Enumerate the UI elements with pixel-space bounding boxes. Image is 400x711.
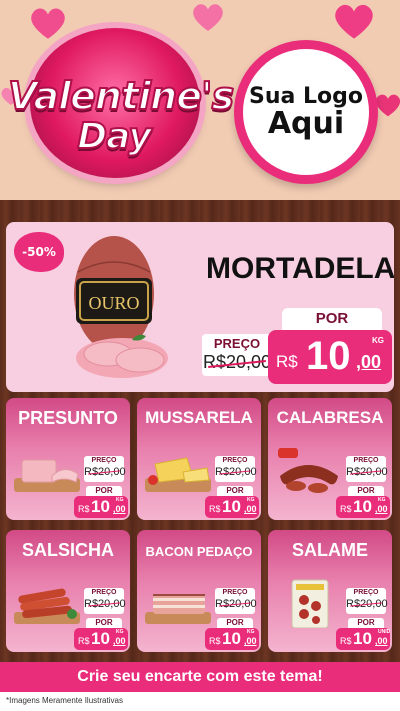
discount-badge: -50% — [14, 232, 64, 272]
price-unit: KG — [247, 497, 255, 503]
valentines-day-badge: Valentine's Day — [7, 18, 235, 188]
preco-label: PREÇO — [353, 589, 379, 596]
preco-label: PREÇO — [91, 589, 117, 596]
price-unit: KG — [116, 497, 124, 503]
product-name: BACON PEDAÇO — [145, 544, 253, 559]
mortadela-image: OURO — [74, 236, 168, 378]
cta-banner[interactable]: Crie seu encarte com este tema! — [0, 662, 400, 692]
price-decimal: ,00 — [375, 504, 388, 514]
por-label: POR — [86, 486, 122, 496]
header-banner: Valentine's Day Sua Logo Aqui — [0, 0, 400, 200]
product-card-salsicha[interactable]: SALSICHA PREÇO R$20,00 POR R$ 10 ,00 KG — [6, 530, 130, 652]
mussarela-image — [145, 457, 211, 492]
badge-title-line2: Day — [76, 115, 153, 158]
heart-icon — [332, 2, 376, 40]
price-integer: 10 — [353, 629, 372, 648]
price-integer: 10 — [91, 497, 110, 516]
price-integer: 10 — [91, 629, 110, 648]
presunto-image — [14, 459, 80, 492]
currency: R$ — [340, 636, 352, 646]
disclaimer-text: *Imagens Meramente Ilustrativas — [6, 696, 123, 705]
featured-product-card[interactable]: -50% OURO MORTADELA PREÇO R$20,00 POR R$… — [6, 222, 394, 392]
old-price-tag: PREÇO R$20,00 — [346, 588, 388, 614]
price-integer: 10 — [222, 497, 241, 516]
logo-placeholder[interactable]: Sua Logo Aqui — [234, 40, 378, 184]
preco-label: PREÇO — [222, 457, 248, 464]
price-decimal: ,00 — [113, 636, 126, 646]
por-label: POR — [217, 486, 253, 496]
product-name: SALAME — [292, 540, 368, 560]
price-unit: KG — [372, 336, 384, 345]
price-decimal: ,00 — [244, 504, 257, 514]
old-price-tag: PREÇO R$20,00 — [215, 588, 257, 614]
product-name: CALABRESA — [276, 408, 384, 427]
currency: R$ — [209, 636, 221, 646]
salame-image — [291, 579, 329, 628]
price-box: R$ 10 ,00 KG — [205, 628, 259, 650]
brand-logo-text: OURO — [88, 293, 139, 313]
price-decimal: ,00 — [356, 352, 382, 372]
price-unit: UNID — [378, 629, 391, 635]
price-integer: 10 — [222, 629, 241, 648]
price-box: R$ 10 ,00 KG — [74, 496, 128, 518]
old-price-tag: PREÇO R$20,00 — [346, 456, 388, 482]
preco-label: PREÇO — [222, 589, 248, 596]
price-box: R$ 10 ,00 KG — [74, 628, 128, 650]
old-price-tag: PREÇO R$20,00 — [215, 456, 257, 482]
price-decimal: ,00 — [244, 636, 257, 646]
product-card-bacon[interactable]: BACON PEDAÇO PREÇO R$20,00 POR R$ 10 ,00… — [137, 530, 261, 652]
por-label: POR — [217, 618, 253, 628]
badge-title-line1: Valentine's — [7, 73, 235, 119]
price-box: R$ 10 ,00 UNID — [336, 628, 390, 650]
currency: R$ — [78, 636, 90, 646]
price-box: R$ 10 ,00 KG — [205, 496, 259, 518]
featured-product-name: MORTADELA — [206, 252, 394, 285]
featured-price-box: R$ 10 ,00 KG — [268, 330, 392, 384]
bacon-image — [145, 594, 211, 624]
price-unit: KG — [247, 629, 255, 635]
price-box: R$ 10 ,00 KG — [336, 496, 390, 518]
currency: R$ — [78, 504, 90, 514]
footer: *Imagens Meramente Ilustrativas — [0, 692, 400, 711]
product-name: MUSSARELA — [145, 408, 253, 427]
logo-text-line1: Sua Logo — [248, 83, 363, 109]
product-name: PRESUNTO — [18, 408, 118, 428]
price-integer: 10 — [306, 334, 351, 378]
preco-label: PREÇO — [353, 457, 379, 464]
currency: R$ — [340, 504, 352, 514]
preco-label: PREÇO — [91, 457, 117, 464]
product-name: SALSICHA — [21, 540, 114, 560]
salsicha-image — [14, 588, 80, 624]
price-unit: KG — [378, 497, 386, 503]
preco-label: PREÇO — [213, 336, 261, 351]
por-label: POR — [348, 618, 384, 628]
product-card-mussarela[interactable]: MUSSARELA PREÇO R$20,00 POR R$ 10 ,00 KG — [137, 398, 261, 520]
por-label: POR — [86, 618, 122, 628]
currency: R$ — [209, 504, 221, 514]
logo-text-line2: Aqui — [267, 105, 345, 141]
por-label: POR — [348, 486, 384, 496]
product-card-calabresa[interactable]: CALABRESA PREÇO R$20,00 POR R$ 10 ,00 KG — [268, 398, 392, 520]
product-card-salame[interactable]: SALAME PREÇO R$20,00 POR R$ 10 ,00 UNID — [268, 530, 392, 652]
price-decimal: ,00 — [113, 504, 126, 514]
calabresa-image — [278, 448, 338, 493]
old-price-tag: PREÇO R$20,00 — [84, 456, 126, 482]
price-decimal: ,00 — [375, 636, 388, 646]
por-label: POR — [282, 308, 382, 330]
currency: R$ — [276, 352, 298, 371]
old-price-tag: PREÇO R$20,00 — [84, 588, 126, 614]
product-card-presunto[interactable]: PRESUNTO PREÇO R$20,00 POR R$ 10 ,00 KG — [6, 398, 130, 520]
old-price-tag: PREÇO R$20,00 — [202, 334, 272, 376]
price-integer: 10 — [353, 497, 372, 516]
price-unit: KG — [116, 629, 124, 635]
